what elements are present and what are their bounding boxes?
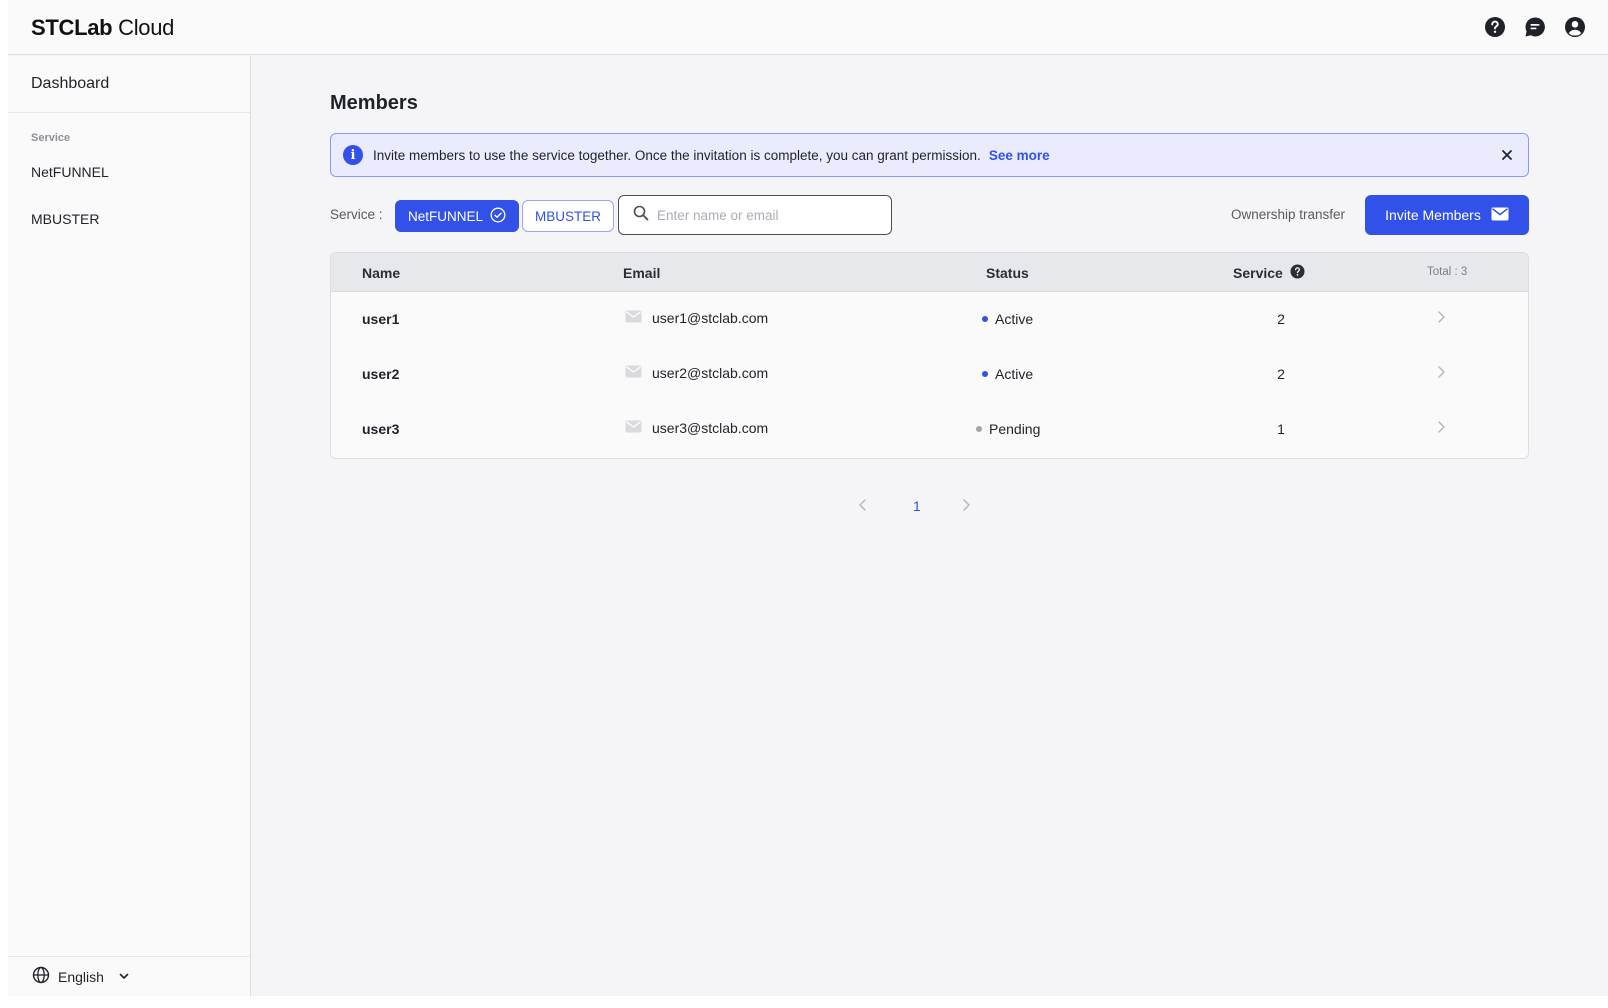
logo-light-text: Cloud [112, 15, 175, 40]
member-status: Pending [976, 421, 1040, 437]
member-name: user3 [362, 421, 400, 437]
see-more-link[interactable]: See more [989, 148, 1050, 163]
sidebar-item-dashboard[interactable]: Dashboard [8, 56, 250, 113]
member-service-count: 2 [1277, 311, 1285, 327]
info-notice: i Invite members to use the service toge… [330, 133, 1529, 177]
account-circle-icon[interactable] [1564, 16, 1586, 38]
member-service-count: 2 [1277, 366, 1285, 382]
chat-icon[interactable] [1524, 16, 1546, 38]
chevron-right-icon[interactable] [1436, 420, 1446, 437]
table-row[interactable]: user1 user1@stclab.com Active 2 [331, 292, 1528, 348]
member-status: Active [982, 366, 1033, 382]
table-row[interactable]: user3 user3@stclab.com Pending 1 [331, 402, 1528, 458]
page-number-current[interactable]: 1 [913, 498, 921, 514]
filter-row: Service : NetFUNNEL MBUSTER Ownership tr… [330, 195, 1529, 235]
table-row[interactable]: user2 user2@stclab.com Active 2 [331, 347, 1528, 403]
member-name: user2 [362, 366, 400, 382]
member-email-cell: user2@stclab.com [625, 365, 768, 381]
help-circle-icon[interactable] [1290, 264, 1305, 282]
member-email: user2@stclab.com [652, 365, 769, 381]
chip-label: MBUSTER [535, 208, 602, 224]
header-status[interactable]: Status [986, 265, 1029, 281]
invite-button-label: Invite Members [1385, 207, 1481, 223]
close-icon[interactable] [1498, 146, 1516, 164]
sidebar-item-netfunnel[interactable]: NetFUNNEL [31, 164, 109, 180]
top-icons [1484, 16, 1586, 38]
member-email: user1@stclab.com [652, 310, 769, 326]
table-header: Name Email Status Service Total : 3 [331, 253, 1528, 292]
status-dot [982, 371, 988, 377]
member-status: Active [982, 311, 1033, 327]
help-circle-icon[interactable] [1484, 16, 1506, 38]
notice-message: Invite members to use the service togeth… [373, 147, 981, 163]
member-email-cell: user1@stclab.com [625, 310, 768, 326]
sidebar-section-label: Service [31, 132, 71, 144]
mail-icon [625, 365, 642, 381]
search-box[interactable] [618, 195, 892, 235]
search-icon [633, 205, 649, 226]
chevron-right-icon[interactable] [961, 498, 971, 517]
chevron-right-icon[interactable] [1436, 310, 1446, 327]
check-circle-icon [490, 207, 506, 226]
status-label: Pending [989, 421, 1041, 437]
mail-icon [625, 310, 642, 326]
page-title: Members [330, 92, 418, 114]
status-label: Active [995, 311, 1034, 327]
total-count: Total : 3 [1427, 266, 1468, 278]
mail-icon [1491, 207, 1509, 224]
app-window: STCLab Cloud Dashboard Service NetFUNNEL… [8, 0, 1608, 996]
top-bar: STCLab Cloud [8, 0, 1608, 55]
chip-label: NetFUNNEL [408, 208, 484, 224]
logo[interactable]: STCLab Cloud [31, 15, 174, 41]
header-service-label: Service [1233, 265, 1283, 281]
language-selector[interactable]: English [8, 956, 250, 996]
service-chip-netfunnel[interactable]: NetFUNNEL [395, 200, 520, 232]
status-dot [982, 316, 988, 322]
chevron-left-icon[interactable] [858, 498, 868, 517]
service-chip-mbuster[interactable]: MBUSTER [522, 200, 615, 232]
chevron-down-icon [118, 969, 130, 985]
header-name[interactable]: Name [362, 265, 400, 281]
chevron-right-icon[interactable] [1436, 365, 1446, 382]
service-filter-label: Service : [330, 207, 383, 222]
status-label: Active [995, 366, 1034, 382]
ownership-transfer-button[interactable]: Ownership transfer [1231, 207, 1345, 222]
search-input[interactable] [657, 207, 877, 223]
mail-icon [625, 420, 642, 436]
sidebar: Dashboard Service NetFUNNEL MBUSTER Engl… [8, 56, 251, 996]
pagination: 1 [858, 496, 988, 518]
member-service-count: 1 [1277, 421, 1285, 437]
sidebar-item-mbuster[interactable]: MBUSTER [31, 211, 99, 227]
members-table: Name Email Status Service Total : 3 user… [330, 252, 1529, 459]
member-email-cell: user3@stclab.com [625, 420, 768, 436]
globe-icon [32, 966, 50, 987]
member-name: user1 [362, 311, 400, 327]
header-email[interactable]: Email [623, 265, 660, 281]
info-icon: i [343, 145, 363, 165]
logo-bold-text: STCLab [31, 15, 113, 40]
invite-members-button[interactable]: Invite Members [1365, 195, 1529, 235]
header-service[interactable]: Service [1233, 264, 1305, 282]
language-label: English [58, 968, 104, 985]
member-email: user3@stclab.com [652, 420, 769, 436]
status-dot [976, 426, 982, 432]
